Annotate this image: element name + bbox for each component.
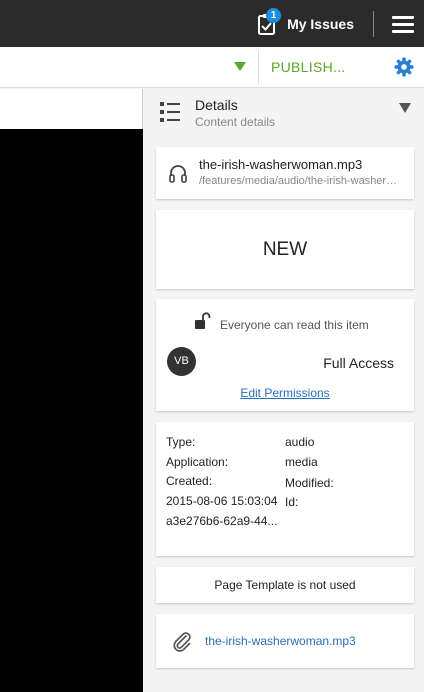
headphones-icon <box>168 163 188 183</box>
paperclip-icon <box>171 630 193 652</box>
publish-button[interactable]: PUBLISH... <box>271 59 346 75</box>
modified-label: Modified: <box>285 476 334 490</box>
type-label: Type: <box>166 435 196 449</box>
id-label: Id: <box>285 495 299 509</box>
collapse-caret-icon[interactable] <box>399 103 411 113</box>
access-level: Full Access <box>323 355 394 371</box>
attachment-card: the-irish-washerwoman.mp3 <box>156 614 414 668</box>
permissions-card: Everyone can read this item VB Full Acce… <box>156 299 414 411</box>
issues-count-badge: 1 <box>266 8 282 23</box>
status-card: NEW <box>156 210 414 289</box>
editor-preview-area[interactable] <box>0 129 143 692</box>
created-value: 2015-08-06 15:03:04 <box>166 494 278 508</box>
hamburger-menu-icon[interactable] <box>392 16 414 33</box>
topbar-divider <box>373 11 374 37</box>
file-path: /features/media/audio/the-irish-washerwo… <box>199 175 405 187</box>
gear-icon[interactable] <box>394 57 414 77</box>
workflow-status: NEW <box>262 239 308 260</box>
metadata-card: Type: audio Application: media Created: … <box>156 422 414 556</box>
application-label: Application: <box>166 455 229 469</box>
created-label: Created: <box>166 474 213 488</box>
attachment-link[interactable]: the-irish-washerwoman.mp3 <box>205 634 356 648</box>
my-issues-label: My Issues <box>287 16 354 32</box>
dropdown-caret-icon[interactable] <box>234 62 246 71</box>
list-icon <box>160 101 180 123</box>
details-subtitle: Content details <box>195 115 276 129</box>
file-name: the-irish-washerwoman.mp3 <box>199 157 363 172</box>
editor-toolbar: PUBLISH... <box>0 47 424 88</box>
clipboard-check-icon: 1 <box>257 8 282 35</box>
edit-permissions-link[interactable]: Edit Permissions <box>156 386 414 400</box>
file-card: the-irish-washerwoman.mp3 /features/medi… <box>156 147 414 199</box>
id-value: a3e276b6-62a9-44... <box>166 514 278 528</box>
top-bar: 1 My Issues <box>0 0 424 47</box>
editor-header-area <box>0 89 143 129</box>
page-template-text: Page Template is not used <box>214 578 356 592</box>
page-template-card: Page Template is not used <box>156 567 414 603</box>
details-panel: Details Content details the-irish-washer… <box>143 89 424 692</box>
type-value: audio <box>285 435 315 449</box>
details-title: Details <box>195 97 238 113</box>
avatar: VB <box>167 347 196 376</box>
toolbar-divider <box>258 51 259 84</box>
my-issues-button[interactable]: 1 My Issues <box>257 8 354 36</box>
application-value: media <box>285 455 318 469</box>
unlock-icon <box>194 312 212 330</box>
details-header[interactable]: Details Content details <box>143 89 424 139</box>
read-permission-text: Everyone can read this item <box>220 318 369 332</box>
